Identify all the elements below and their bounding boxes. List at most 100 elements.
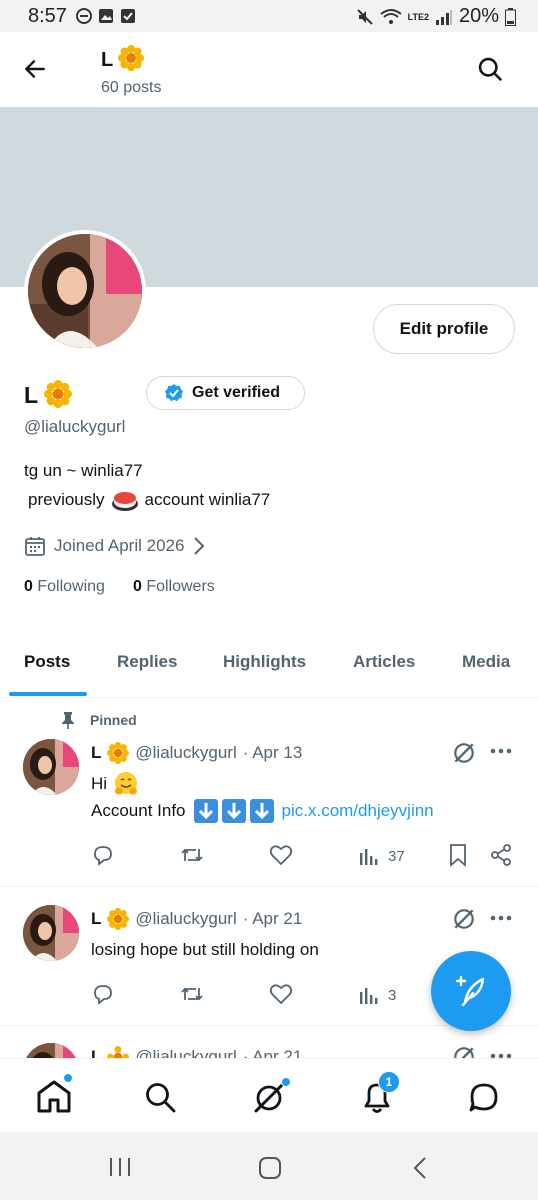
avatar-photo <box>28 234 142 348</box>
system-navigation-bar <box>0 1132 538 1200</box>
tweet-avatar[interactable] <box>23 1043 79 1058</box>
gallery-icon <box>99 9 113 23</box>
check-box-icon <box>121 9 135 23</box>
tweet-handle[interactable]: @lialuckygurl <box>135 743 236 763</box>
followers-label: Followers <box>146 578 215 595</box>
flower-icon <box>118 45 145 71</box>
tweet-header: L @lialuckygurl · Apr 21 <box>91 908 302 930</box>
nav-search[interactable] <box>144 1081 176 1113</box>
like-button[interactable] <box>269 983 293 1005</box>
more-options-button[interactable] <box>490 914 512 922</box>
following-link[interactable]: 0 Following <box>24 578 105 596</box>
joined-date[interactable]: Joined April 2026 <box>24 535 206 557</box>
grok-unread-dot <box>281 1077 291 1087</box>
status-bar: 8:57 LTE2 20% <box>0 0 538 32</box>
battery-percent: 20% <box>458 5 499 27</box>
tab-replies[interactable]: Replies <box>117 652 177 672</box>
reply-button[interactable] <box>91 843 115 867</box>
search-button[interactable] <box>476 55 504 83</box>
more-options-button[interactable] <box>490 747 512 755</box>
views-button[interactable]: 37 <box>358 845 405 867</box>
tab-posts[interactable]: Posts <box>24 652 70 672</box>
chevron-right-icon <box>194 537 205 555</box>
back-system-button[interactable] <box>412 1156 428 1180</box>
reply-icon <box>94 985 112 1005</box>
reply-button[interactable] <box>91 982 115 1006</box>
followers-count: 0 <box>132 578 142 595</box>
active-tab-indicator <box>9 692 87 696</box>
compose-post-button[interactable] <box>431 951 511 1031</box>
repost-icon <box>181 848 203 862</box>
dnd-icon <box>76 8 92 24</box>
nav-notifications[interactable]: 1 <box>360 1071 400 1115</box>
home-system-button[interactable] <box>258 1156 282 1180</box>
verified-badge-icon <box>165 384 183 402</box>
header-name: L <box>101 49 113 71</box>
joined-text: Joined April 2026 <box>54 536 185 555</box>
repost-button[interactable] <box>179 982 205 1006</box>
tweet-avatar[interactable] <box>23 905 79 961</box>
home-icon <box>37 1080 71 1113</box>
flower-icon <box>44 380 73 408</box>
following-count: 0 <box>24 578 33 595</box>
pinned-label: Pinned <box>60 711 137 729</box>
followers-link[interactable]: 0 Followers <box>133 578 215 596</box>
nav-home[interactable] <box>36 1073 73 1113</box>
tweet-text-line-2: Account Info pic.x.com/dhjeyvjinn <box>91 799 434 823</box>
tweet-author-name[interactable]: L <box>91 909 101 929</box>
tweet-date[interactable]: · Apr 21 <box>243 1047 303 1058</box>
tab-media[interactable]: Media <box>462 652 510 672</box>
grok-button[interactable] <box>451 740 477 766</box>
tweet-date[interactable]: · Apr 13 <box>243 743 303 763</box>
profile-name: L <box>24 380 73 409</box>
bio-line-2-suffix: account winlia77 <box>144 490 271 509</box>
heart-icon <box>269 984 293 1005</box>
back-button[interactable] <box>22 56 48 82</box>
grok-button[interactable] <box>451 906 477 932</box>
tweet-item[interactable]: L @lialuckygurl · Apr 21 <box>0 1026 538 1058</box>
tweet-divider <box>0 886 538 887</box>
grok-button[interactable] <box>451 1044 477 1058</box>
get-verified-label: Get verified <box>192 384 281 401</box>
share-button[interactable] <box>489 843 513 867</box>
views-button[interactable]: 3 <box>358 984 396 1006</box>
more-horizontal-icon <box>490 748 512 754</box>
nav-grok[interactable] <box>252 1077 291 1115</box>
down-arrow-emoji-icon <box>193 799 218 823</box>
get-verified-button[interactable]: Get verified <box>146 376 305 410</box>
hugging-face-emoji-icon <box>115 772 138 795</box>
repost-button[interactable] <box>179 843 205 867</box>
home-square-icon <box>259 1157 281 1179</box>
tweet-handle[interactable]: @lialuckygurl <box>135 909 236 929</box>
tweet-avatar[interactable] <box>23 739 79 795</box>
tweet-text-prefix: Account Info <box>91 801 186 820</box>
grok-icon <box>454 743 474 763</box>
profile-avatar[interactable] <box>24 230 146 352</box>
pinned-text: Pinned <box>90 712 137 728</box>
like-button[interactable] <box>269 844 293 866</box>
edit-profile-button[interactable]: Edit profile <box>373 304 515 354</box>
tweet-header: L @lialuckygurl · Apr 21 <box>91 1046 302 1058</box>
tweet-text: Hi <box>91 774 108 793</box>
tweet-handle[interactable]: @lialuckygurl <box>135 1047 236 1058</box>
wifi-icon <box>380 8 402 24</box>
tweet-item[interactable]: L @lialuckygurl · Apr 13 Hi Account Info… <box>0 735 538 885</box>
tweet-text-line-1: Hi <box>91 771 139 797</box>
bio-line-2-prefix: previously <box>28 490 105 509</box>
views-icon <box>360 849 378 865</box>
grok-icon <box>454 909 474 929</box>
profile-handle: @lialuckygurl <box>24 417 126 436</box>
tab-highlights[interactable]: Highlights <box>223 652 306 672</box>
recent-apps-button[interactable] <box>108 1156 132 1178</box>
nav-messages[interactable] <box>467 1080 501 1114</box>
heart-icon <box>269 845 293 866</box>
bookmark-button[interactable] <box>448 843 468 867</box>
avatar-photo <box>23 739 79 795</box>
bio-line-1: tg un ~ winlia77 <box>24 461 143 480</box>
tweet-link[interactable]: pic.x.com/dhjeyvjinn <box>282 801 434 821</box>
tweet-date[interactable]: · Apr 21 <box>243 909 303 929</box>
search-icon <box>478 57 502 81</box>
tweet-author-name[interactable]: L <box>91 1047 101 1058</box>
tab-articles[interactable]: Articles <box>353 652 415 672</box>
tweet-author-name[interactable]: L <box>91 743 101 763</box>
